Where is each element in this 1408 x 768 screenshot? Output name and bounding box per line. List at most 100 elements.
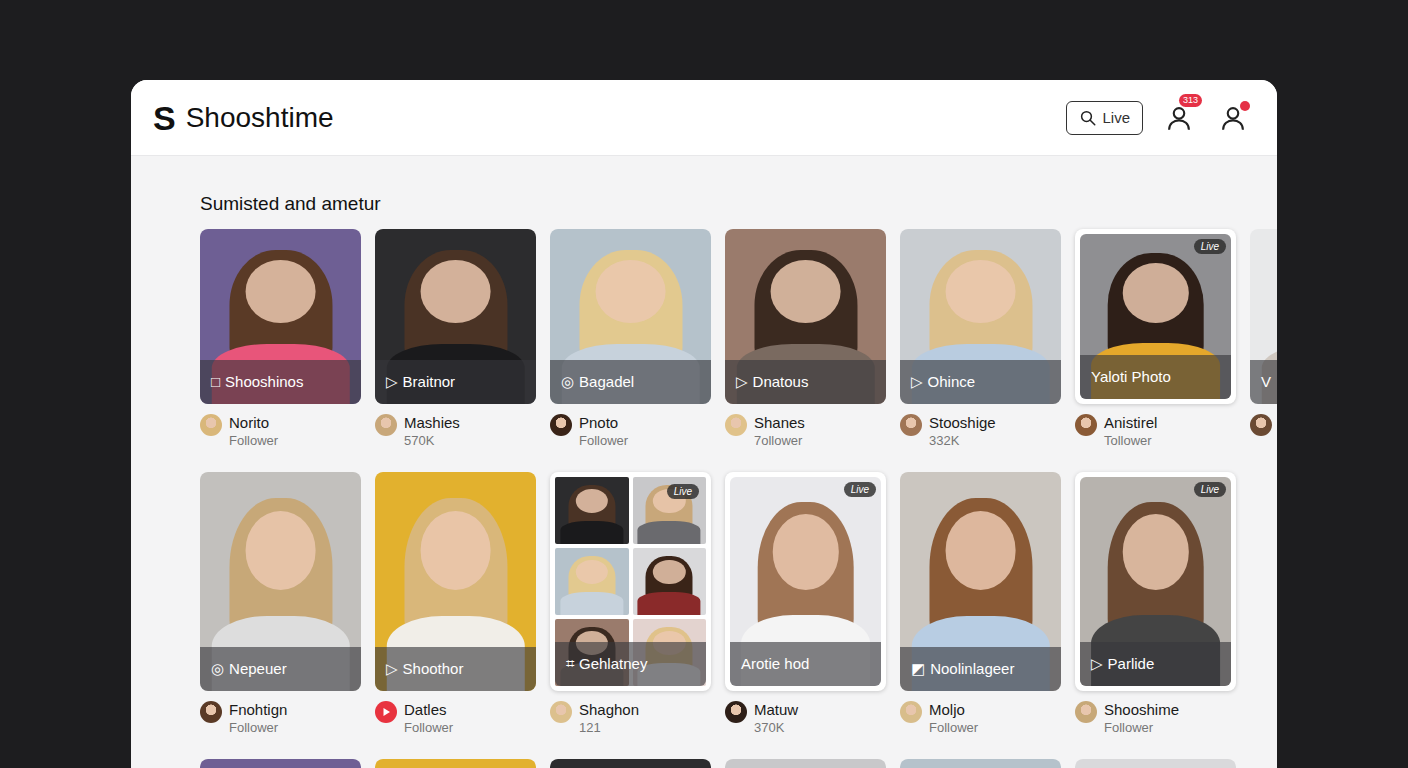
creator-name[interactable]: Moljo <box>929 700 978 719</box>
profile-card[interactable] <box>1075 759 1236 768</box>
card-frame[interactable]: V <box>1250 229 1277 404</box>
avatar[interactable] <box>900 414 922 436</box>
card-frame[interactable] <box>900 759 1061 768</box>
follower-count: 121 <box>579 719 639 737</box>
profile-card[interactable]: LiveArotie hod Matuw370K <box>725 472 886 737</box>
creator-name[interactable]: Pnoto <box>579 413 628 432</box>
content-area: Sumisted and ametur□ShooshinosNoritoFoll… <box>131 156 1277 768</box>
card-frame[interactable]: ▷Braitnor <box>375 229 536 404</box>
profile-card[interactable] <box>375 759 536 768</box>
profile-card[interactable]: Live▷Parlide ShooshimeFollower <box>1075 472 1236 737</box>
label-text: Parlide <box>1108 655 1155 672</box>
card-texts: Stooshige332K <box>929 413 996 450</box>
live-search-button[interactable]: Live <box>1066 101 1143 135</box>
profile-button[interactable] <box>1215 100 1251 136</box>
search-label[interactable]: Live <box>1102 109 1130 126</box>
card-label: ▷Braitnor <box>375 360 536 404</box>
card-frame[interactable]: □Shooshinos <box>200 229 361 404</box>
profile-card[interactable]: ▷Dnatous Shanes7ollower <box>725 229 886 450</box>
creator-name[interactable]: Norito <box>229 413 278 432</box>
card-frame[interactable] <box>375 759 536 768</box>
avatar[interactable] <box>725 701 747 723</box>
card-frame[interactable]: Live⌗Gehlatney <box>550 472 711 691</box>
avatar[interactable] <box>200 701 222 723</box>
card-frame[interactable]: ◩Noolinlageer <box>900 472 1061 691</box>
avatar[interactable] <box>1075 701 1097 723</box>
avatar[interactable] <box>900 701 922 723</box>
card-frame[interactable]: ▷Ohince <box>900 229 1061 404</box>
profile-card[interactable]: ▷Ohince Stooshige332K <box>900 229 1061 450</box>
avatar[interactable] <box>1075 414 1097 436</box>
body-shape <box>560 521 623 544</box>
profile-card[interactable] <box>200 759 361 768</box>
follower-count: Follower <box>229 432 278 450</box>
card-label: Yaloti Photo <box>1080 355 1231 399</box>
app-window: SShooshtimeLive313Sumisted and ametur□Sh… <box>131 80 1277 768</box>
card-frame[interactable]: ▷Shoothor <box>375 472 536 691</box>
creator-name[interactable]: Datles <box>404 700 453 719</box>
profile-card[interactable]: ◎BagadelPnotoFollower <box>550 229 711 450</box>
label-text: Gehlatney <box>579 655 647 672</box>
profile-card[interactable]: ◎NepeuerFnohtignFollower <box>200 472 361 737</box>
creator-name[interactable]: Anistirel <box>1104 413 1157 432</box>
label-text: Shooshinos <box>225 373 303 390</box>
follower-count: 7ollower <box>754 432 805 450</box>
avatar[interactable] <box>1250 414 1272 436</box>
face-shape <box>420 260 491 323</box>
profile-card[interactable]: □Shooshinos NoritoFollower <box>200 229 361 450</box>
card-frame[interactable] <box>550 759 711 768</box>
collage-photo <box>555 548 629 615</box>
avatar[interactable] <box>375 701 397 723</box>
stage: SShooshtimeLive313Sumisted and ametur□Sh… <box>0 0 1408 768</box>
card-row: □Shooshinos NoritoFollower ▷Braitnor Mashie… <box>200 229 1277 450</box>
card-frame[interactable]: ◎Bagadel <box>550 229 711 404</box>
card-frame[interactable] <box>725 759 886 768</box>
profile-card[interactable]: ▷Braitnor Mashies570K <box>375 229 536 450</box>
card-texts: Shaghon121 <box>579 700 639 737</box>
card-frame[interactable]: ▷Dnatous <box>725 229 886 404</box>
creator-name[interactable]: Mashies <box>404 413 460 432</box>
card-meta: Shanes7ollower <box>725 413 886 450</box>
follower-count: Tollower <box>1104 432 1157 450</box>
profile-card[interactable]: V <box>1250 229 1277 450</box>
label-icon: ◎ <box>561 373 574 391</box>
follower-count: Follower <box>1104 719 1179 737</box>
avatar[interactable] <box>725 414 747 436</box>
card-frame[interactable]: ◎Nepeuer <box>200 472 361 691</box>
card-frame[interactable]: LiveArotie hod <box>725 472 886 691</box>
profile-card[interactable] <box>725 759 886 768</box>
avatar[interactable] <box>550 701 572 723</box>
card-frame[interactable]: Live▷Parlide <box>1075 472 1236 691</box>
follower-count: 370K <box>754 719 798 737</box>
card-meta: Mashies570K <box>375 413 536 450</box>
creator-name[interactable]: Matuw <box>754 700 798 719</box>
site-name[interactable]: Shooshtime <box>186 101 334 135</box>
label-text: Yaloti Photo <box>1091 368 1171 385</box>
creator-name[interactable]: Shanes <box>754 413 805 432</box>
profile-card[interactable]: LiveYaloti Photo AnistirelTollower <box>1075 229 1236 450</box>
notifications-button[interactable]: 313 <box>1161 100 1197 136</box>
profile-card[interactable]: ▷ShoothorDatlesFollower <box>375 472 536 737</box>
avatar[interactable] <box>200 414 222 436</box>
card-frame[interactable] <box>1075 759 1236 768</box>
label-text: Noolinlageer <box>930 660 1014 677</box>
label-icon: ⌗ <box>566 655 574 673</box>
creator-name[interactable]: Fnohtign <box>229 700 287 719</box>
creator-name[interactable]: Stooshige <box>929 413 996 432</box>
card-texts: Matuw370K <box>754 700 798 737</box>
creator-name[interactable]: Shaghon <box>579 700 639 719</box>
avatar[interactable] <box>550 414 572 436</box>
profile-card[interactable] <box>900 759 1061 768</box>
body-shape <box>560 592 623 615</box>
avatar[interactable] <box>375 414 397 436</box>
brand[interactable]: S Shooshtime <box>153 101 334 135</box>
profile-card[interactable]: ◩NoolinlageerMoljoFollower <box>900 472 1061 737</box>
profile-card[interactable] <box>550 759 711 768</box>
logo-icon[interactable]: S <box>153 101 176 135</box>
label-icon: ▷ <box>911 373 923 391</box>
card-frame[interactable]: LiveYaloti Photo <box>1075 229 1236 404</box>
profile-card[interactable]: Live⌗GehlatneyShaghon121 <box>550 472 711 737</box>
card-frame[interactable] <box>200 759 361 768</box>
creator-name[interactable]: Shooshime <box>1104 700 1179 719</box>
card-meta: ShooshimeFollower <box>1075 700 1236 737</box>
